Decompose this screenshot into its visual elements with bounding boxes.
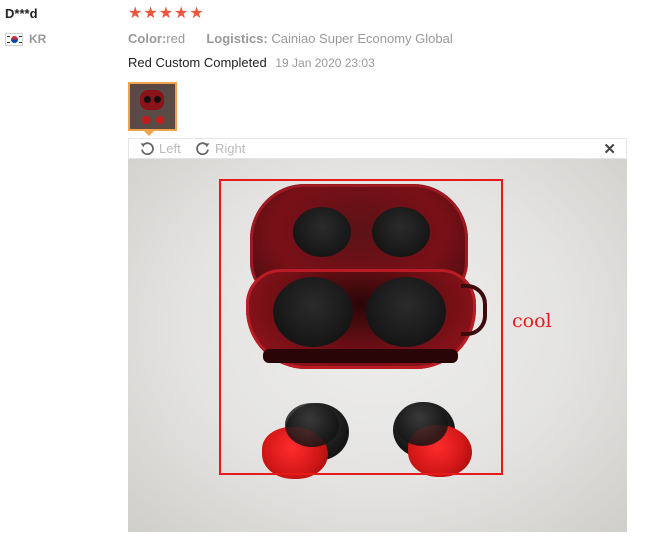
review-photo: cool xyxy=(128,159,627,532)
rotate-right-button[interactable]: Right xyxy=(195,140,245,156)
south-korea-flag-icon xyxy=(5,32,23,46)
country-code: KR xyxy=(29,32,47,46)
rotate-left-label: Left xyxy=(159,140,181,156)
annotation-box xyxy=(219,179,503,475)
star-icon: ★ xyxy=(143,5,158,22)
close-icon[interactable]: ✕ xyxy=(603,140,616,158)
annotation-label: cool xyxy=(512,310,552,332)
review-date: 19 Jan 2020 23:03 xyxy=(275,56,375,70)
user-name: D***d xyxy=(5,6,38,21)
star-icon: ★ xyxy=(128,5,143,22)
color-label: Color: xyxy=(128,31,167,46)
rotate-right-icon xyxy=(196,142,210,156)
star-icon: ★ xyxy=(189,5,204,22)
rotate-left-icon xyxy=(140,142,154,156)
review-text: Red Custom Completed xyxy=(128,55,267,70)
logistics-value: Cainiao Super Economy Global xyxy=(271,31,453,46)
color-value: red xyxy=(166,31,186,46)
star-rating: ★ ★ ★ ★ ★ xyxy=(128,6,204,22)
thumbnail-pointer-arrow xyxy=(143,130,155,136)
logistics-label: Logistics: xyxy=(206,31,268,46)
photo-viewer-toolbar: Left Right ✕ xyxy=(128,138,627,159)
order-meta: Color:red Logistics: Cainiao Super Econo… xyxy=(128,31,453,46)
rotate-left-button[interactable]: Left xyxy=(139,140,181,156)
star-icon: ★ xyxy=(174,5,189,22)
review-body: Red Custom Completed 19 Jan 2020 23:03 xyxy=(128,55,375,70)
review-photo-thumbnail[interactable] xyxy=(128,82,177,131)
star-icon: ★ xyxy=(158,5,174,22)
user-country: KR xyxy=(5,32,46,46)
rotate-right-label: Right xyxy=(215,140,246,156)
